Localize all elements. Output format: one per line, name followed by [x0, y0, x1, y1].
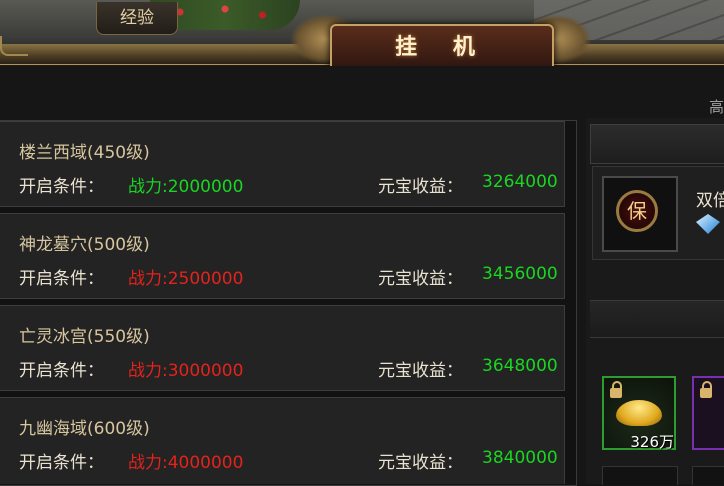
- corner-ornament-icon: [0, 36, 28, 56]
- yield-label: 元宝收益：: [378, 269, 463, 289]
- reward-slot[interactable]: [692, 466, 724, 485]
- condition-label: 开启条件：: [19, 453, 104, 473]
- right-panel-divider: [590, 300, 724, 338]
- condition-value: 战力:4000000: [128, 453, 244, 473]
- yield-value: 3648000: [482, 356, 558, 376]
- zone-name: 神龙墓穴(500级): [19, 235, 150, 255]
- yield-value: 3840000: [482, 448, 558, 468]
- title-plate: 挂 机: [330, 24, 554, 72]
- gold-ingot-icon: [616, 400, 662, 426]
- reward-slot[interactable]: [602, 466, 678, 485]
- yield-value: 3456000: [482, 264, 558, 284]
- yield-label: 元宝收益：: [378, 361, 463, 381]
- lock-icon: [610, 381, 622, 398]
- condition-label: 开启条件：: [19, 177, 104, 197]
- yield-label: 元宝收益：: [378, 453, 463, 473]
- zone-row[interactable]: 楼兰西域(450级) 开启条件： 战力:2000000 元宝收益： 326400…: [0, 121, 565, 207]
- zone-name: 亡灵冰宫(550级): [19, 327, 150, 347]
- zone-name: 楼兰西域(450级): [19, 143, 150, 163]
- condition-label: 开启条件：: [19, 269, 104, 289]
- double-label: 双倍: [696, 191, 724, 211]
- yield-value: 3264000: [482, 172, 558, 192]
- zone-name: 九幽海域(600级): [19, 419, 150, 439]
- zone-row[interactable]: 神龙墓穴(500级) 开启条件： 战力:2500000 元宝收益： 345600…: [0, 213, 565, 299]
- condition-value: 战力:2500000: [128, 269, 244, 289]
- condition-value: 战力:3000000: [128, 361, 244, 381]
- condition-label: 开启条件：: [19, 361, 104, 381]
- page-title: 挂 机: [395, 35, 489, 60]
- lock-icon: [700, 381, 712, 398]
- tab-experience[interactable]: 经验: [96, 2, 178, 35]
- protection-badge-icon[interactable]: 保: [616, 190, 658, 232]
- item-count: 326万: [630, 433, 674, 451]
- right-panel-header: [590, 124, 724, 164]
- yield-label: 元宝收益：: [378, 177, 463, 197]
- condition-value: 战力:2000000: [128, 177, 244, 197]
- right-top-label: 高: [708, 98, 724, 116]
- zone-row[interactable]: 亡灵冰宫(550级) 开启条件： 战力:3000000 元宝收益： 364800…: [0, 305, 565, 391]
- zone-row[interactable]: 九幽海域(600级) 开启条件： 战力:4000000 元宝收益： 384000…: [0, 397, 565, 484]
